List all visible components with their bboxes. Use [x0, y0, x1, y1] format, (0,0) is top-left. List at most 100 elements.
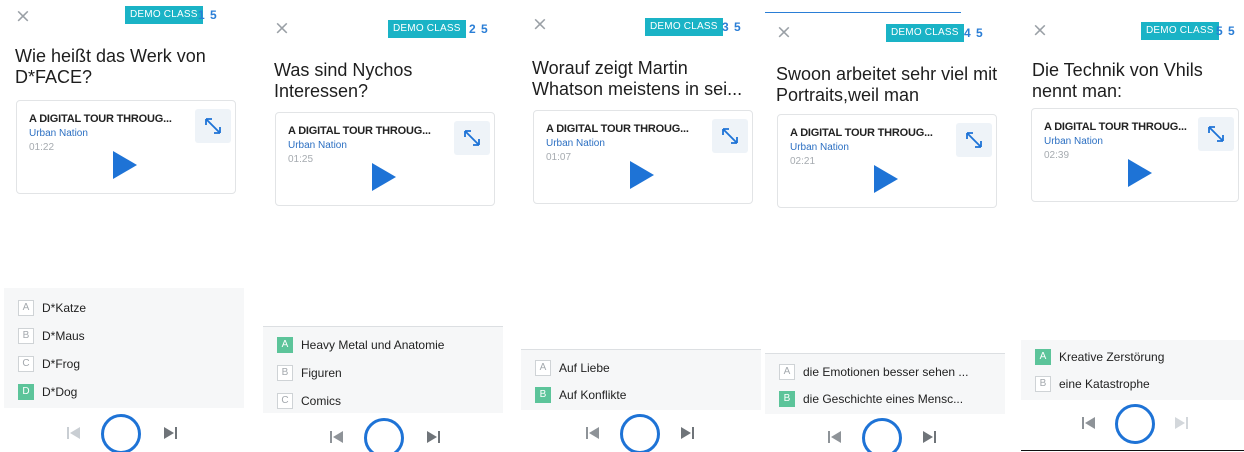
option-label: D*Maus	[42, 328, 85, 343]
answer-option-b[interactable]: B Auf Konflikte	[535, 385, 626, 405]
option-letter: A	[18, 299, 34, 316]
media-duration: 01:22	[29, 142, 55, 153]
option-label: D*Frog	[42, 356, 81, 371]
answer-option-a[interactable]: A Heavy Metal und Anatomie	[277, 335, 444, 355]
record-circle-icon[interactable]	[101, 414, 141, 452]
answer-option-a[interactable]: Adie Emotionen besser sehen ...	[779, 362, 968, 382]
question-counter: 5 5	[1216, 24, 1236, 38]
expand-diagonal-icon[interactable]	[956, 123, 992, 157]
option-label: Auf Konflikte	[559, 387, 627, 402]
media-duration: 02:21	[790, 156, 816, 167]
skip-previous-icon[interactable]	[329, 430, 345, 444]
player-controls	[1021, 400, 1244, 451]
option-letter: C	[18, 355, 34, 372]
media-subtitle[interactable]: Urban Nation	[1044, 136, 1103, 147]
play-icon[interactable]	[630, 161, 654, 189]
answer-option-b[interactable]: B Figuren	[277, 363, 342, 383]
close-icon[interactable]: ×	[532, 14, 548, 34]
answer-option-b[interactable]: Beine Katastrophe	[1035, 374, 1150, 394]
expand-diagonal-icon[interactable]	[195, 109, 231, 143]
media-card[interactable]: A DIGITAL TOUR THROUG... Urban Nation 02…	[777, 114, 997, 208]
skip-next-icon[interactable]	[425, 430, 441, 444]
option-label: die Emotionen besser sehen ...	[803, 364, 969, 379]
close-icon[interactable]: ×	[274, 18, 290, 38]
answer-option-b[interactable]: B D*Maus	[18, 326, 85, 346]
answer-option-b[interactable]: Bdie Geschichte eines Mensc...	[779, 389, 963, 409]
answer-option-a[interactable]: A Kreative Zerstörung	[1035, 347, 1164, 367]
option-label: Heavy Metal und Anatomie	[301, 337, 445, 352]
media-card[interactable]: A DIGITAL TOUR THROUG... Urban Nation 02…	[1031, 108, 1239, 202]
question-text: Wie heißt das Werk von D*FACE?	[15, 46, 206, 87]
record-circle-icon[interactable]	[620, 414, 660, 452]
question-text: Die Technik von Vhils nennt man:	[1032, 60, 1203, 101]
option-letter: B	[277, 364, 293, 381]
skip-previous-icon[interactable]	[66, 426, 82, 440]
option-letter: A	[535, 359, 551, 376]
record-circle-icon[interactable]	[862, 418, 902, 452]
answer-options: A D*Katze B D*Maus C D*Frog D D*Dog	[4, 288, 244, 408]
option-letter: A	[1035, 348, 1051, 365]
media-subtitle[interactable]: Urban Nation	[288, 140, 347, 151]
quiz-panel-2: × DEMO CLASS 2 5 Was sind Nychos Interes…	[263, 0, 503, 452]
answer-options: Adie Emotionen besser sehen ... Bdie Ges…	[765, 353, 1005, 414]
expand-diagonal-icon[interactable]	[712, 119, 748, 153]
media-subtitle[interactable]: Urban Nation	[546, 138, 605, 149]
player-controls	[521, 410, 761, 452]
answer-options: A Heavy Metal und Anatomie B Figuren C Comi…	[263, 326, 503, 413]
play-icon[interactable]	[1128, 159, 1152, 187]
option-label: Kreative Zerstörung	[1059, 349, 1165, 364]
question-counter: 4 5	[964, 26, 984, 40]
play-icon[interactable]	[874, 165, 898, 193]
media-title: A DIGITAL TOUR THROUG...	[546, 123, 689, 135]
answer-options: A Auf Liebe B Auf Konflikte	[521, 349, 761, 410]
media-duration: 01:07	[546, 152, 572, 163]
skip-next-icon[interactable]	[679, 426, 695, 440]
close-icon[interactable]: ×	[1032, 20, 1048, 40]
skip-next-icon[interactable]	[1173, 416, 1189, 430]
answer-option-c[interactable]: C Comics	[277, 391, 341, 411]
option-label: die Geschichte eines Mensc...	[803, 391, 964, 406]
play-icon[interactable]	[113, 151, 137, 179]
option-letter: B	[18, 327, 34, 344]
option-letter: D	[18, 383, 34, 400]
media-subtitle[interactable]: Urban Nation	[29, 128, 88, 139]
answer-option-c[interactable]: C D*Frog	[18, 354, 80, 374]
skip-previous-icon[interactable]	[585, 426, 601, 440]
media-card[interactable]: A DIGITAL TOUR THROUG... Urban Nation 01…	[275, 112, 495, 206]
player-controls	[765, 414, 1005, 452]
option-letter: B	[1035, 375, 1051, 392]
demo-class-badge: DEMO CLASS	[886, 24, 964, 42]
player-controls	[263, 414, 503, 452]
play-icon[interactable]	[372, 163, 396, 191]
demo-class-badge: DEMO CLASS	[1141, 22, 1219, 40]
skip-next-icon[interactable]	[162, 426, 178, 440]
option-letter: C	[277, 392, 293, 409]
media-card[interactable]: A DIGITAL TOUR THROUG... Urban Nation 01…	[533, 110, 753, 204]
media-card[interactable]: A DIGITAL TOUR THROUG... Urban Nation 01…	[16, 100, 236, 194]
close-icon[interactable]: ×	[776, 22, 792, 42]
option-letter: A	[277, 336, 293, 353]
question-text: Was sind Nychos Interessen?	[274, 60, 413, 101]
option-label: Auf Liebe	[559, 360, 610, 375]
question-text: Swoon arbeitet sehr viel mit Portraits,w…	[776, 64, 998, 105]
player-controls	[4, 410, 244, 452]
media-title: A DIGITAL TOUR THROUG...	[1044, 121, 1187, 133]
record-circle-icon[interactable]	[1115, 404, 1155, 444]
demo-class-badge: DEMO CLASS	[645, 18, 723, 36]
expand-diagonal-icon[interactable]	[454, 121, 490, 155]
answer-option-a[interactable]: A Auf Liebe	[535, 358, 610, 378]
record-circle-icon[interactable]	[364, 418, 404, 452]
media-subtitle[interactable]: Urban Nation	[790, 142, 849, 153]
media-title: A DIGITAL TOUR THROUG...	[288, 125, 431, 137]
answer-option-a[interactable]: A D*Katze	[18, 298, 86, 318]
expand-diagonal-icon[interactable]	[1198, 117, 1234, 151]
answer-option-d[interactable]: D D*Dog	[18, 382, 77, 402]
skip-next-icon[interactable]	[921, 430, 937, 444]
question-counter: 3 5	[722, 20, 742, 34]
skip-previous-icon[interactable]	[1081, 416, 1097, 430]
option-letter: A	[779, 363, 795, 380]
quiz-panel-1: × DEMO CLASS 1 5 Wie heißt das Werk von …	[4, 0, 244, 452]
skip-previous-icon[interactable]	[827, 430, 843, 444]
close-icon[interactable]: ×	[15, 6, 31, 26]
top-divider	[765, 12, 961, 13]
